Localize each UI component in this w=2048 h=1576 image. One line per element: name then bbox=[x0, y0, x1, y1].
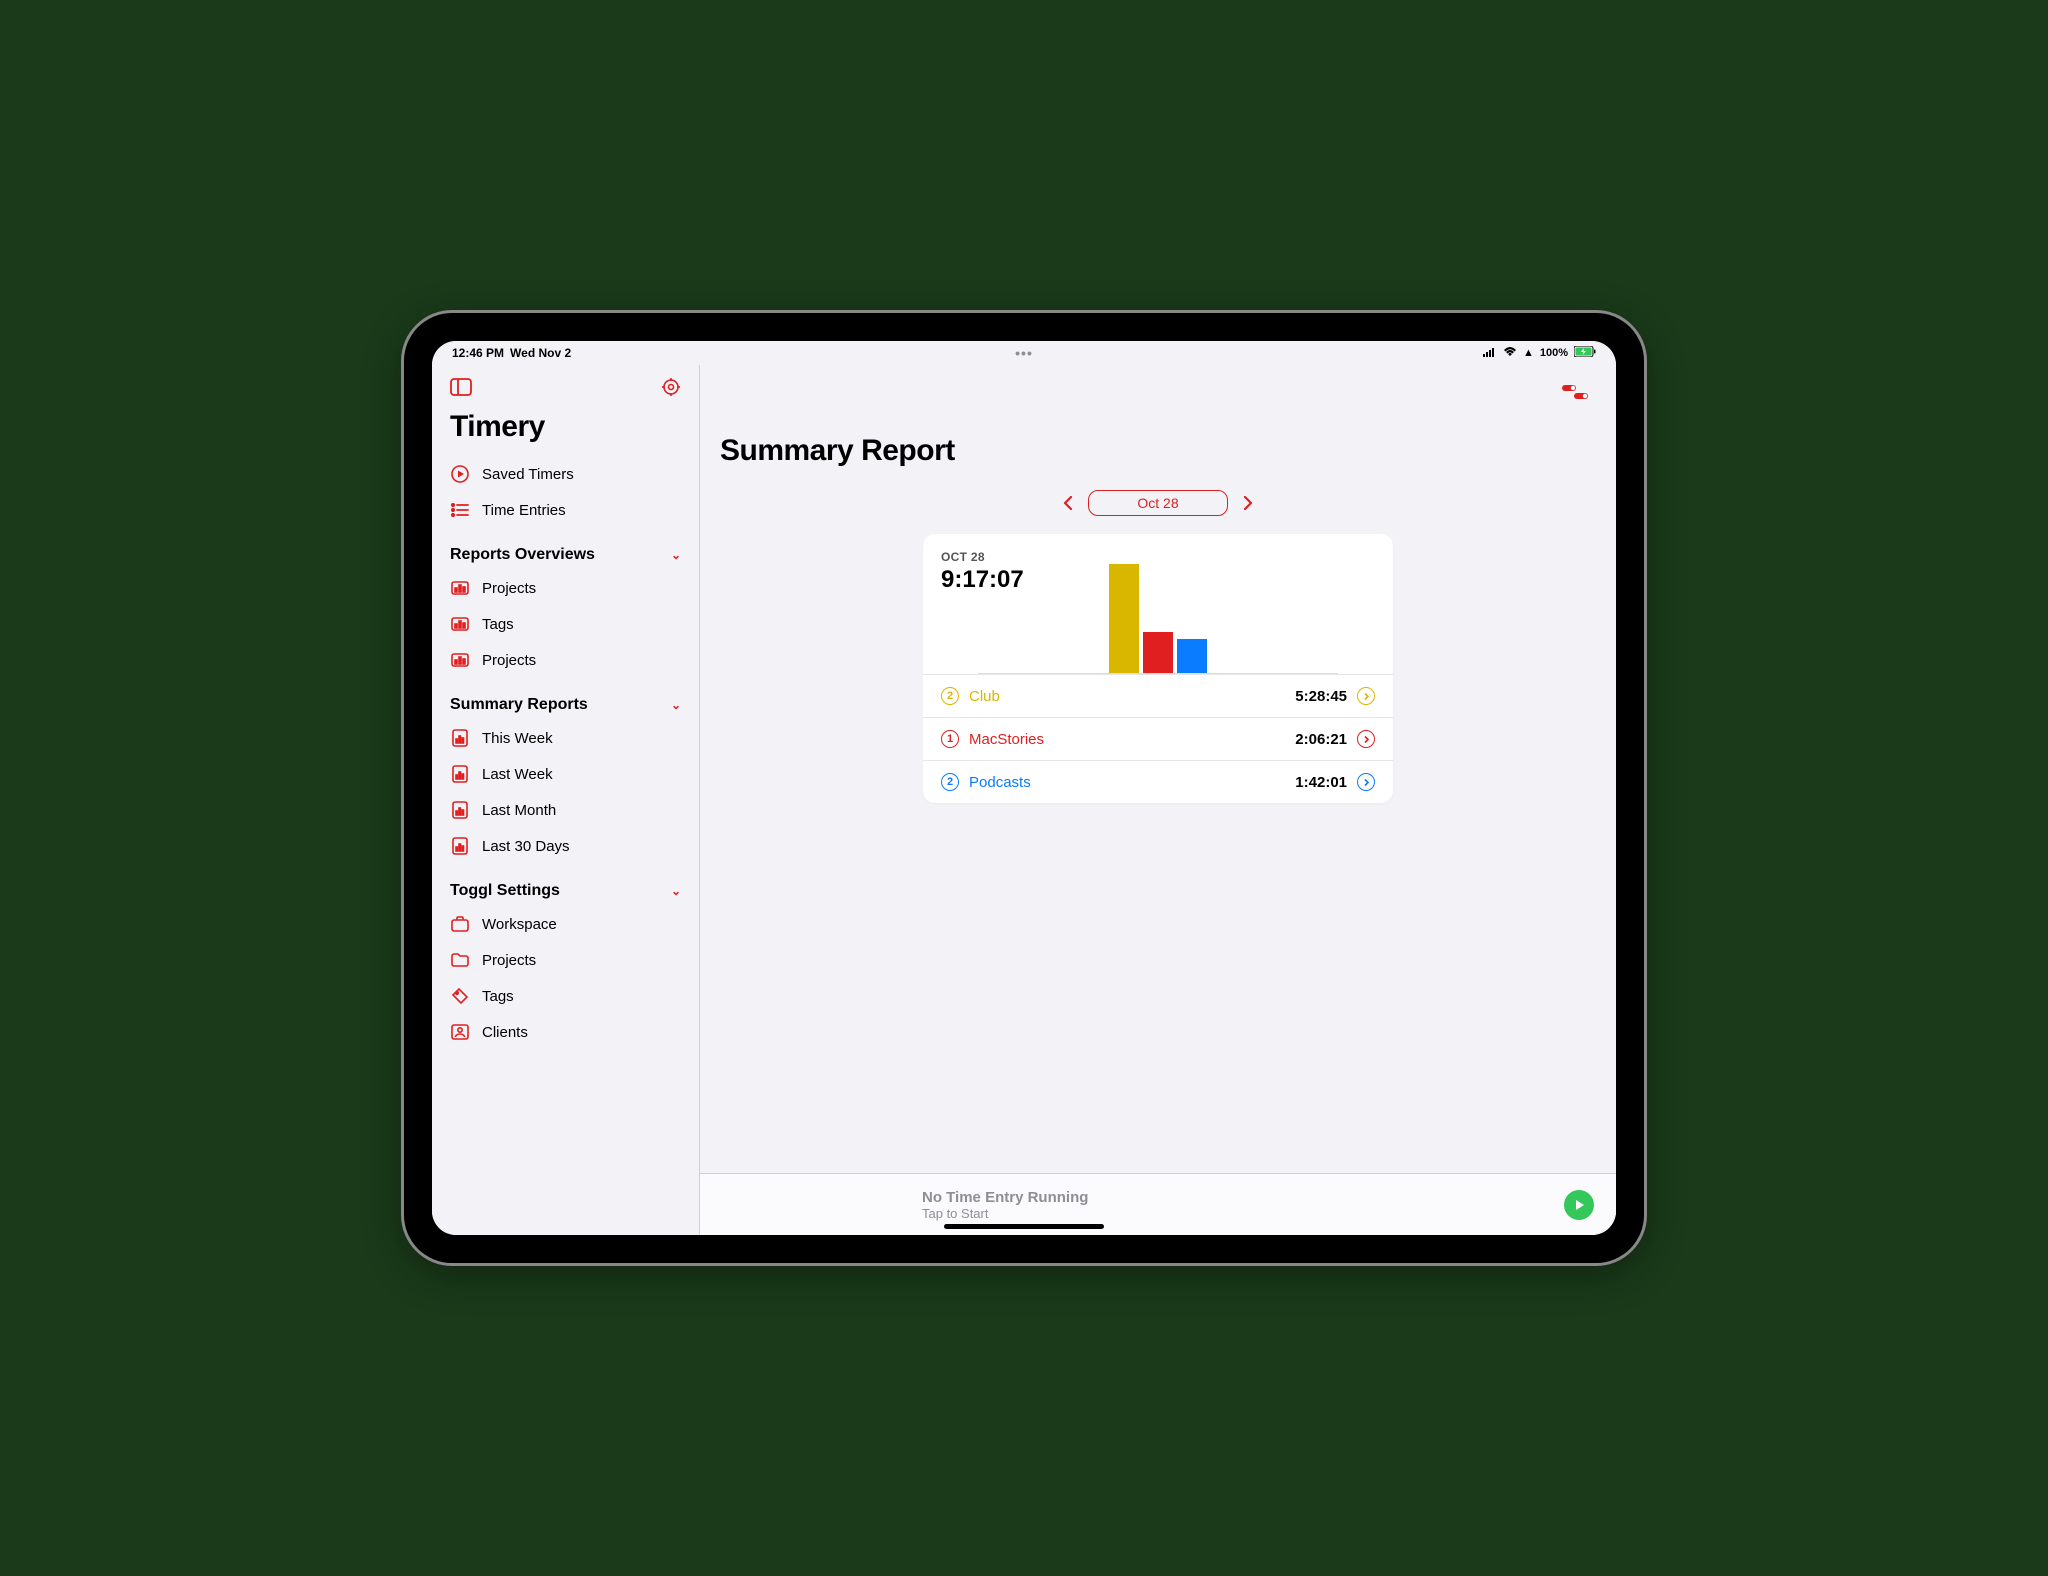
row-name: Club bbox=[969, 688, 1285, 705]
date-navigation: Oct 28 bbox=[700, 476, 1616, 534]
section-header-summary-reports[interactable]: Summary Reports ⌄ bbox=[432, 678, 699, 720]
status-date: Wed Nov 2 bbox=[510, 346, 571, 360]
sidebar-item-saved-timers[interactable]: Saved Timers bbox=[432, 456, 699, 492]
sidebar-item-label: Last Month bbox=[482, 802, 556, 819]
sidebar-item-time-entries[interactable]: Time Entries bbox=[432, 492, 699, 528]
battery-icon bbox=[1574, 346, 1596, 360]
chart-icon bbox=[450, 578, 470, 598]
sidebar-item-last-week[interactable]: Last Week bbox=[432, 756, 699, 792]
person-icon bbox=[450, 1022, 470, 1042]
sidebar-item-last-month[interactable]: Last Month bbox=[432, 792, 699, 828]
sidebar-item-label: Projects bbox=[482, 652, 536, 669]
chevron-down-icon: ⌄ bbox=[671, 698, 681, 712]
play-circle-icon bbox=[450, 464, 470, 484]
bottom-timer-bar[interactable]: No Time Entry Running Tap to Start bbox=[700, 1173, 1616, 1235]
cellular-icon bbox=[1483, 347, 1497, 360]
view-options-icon[interactable] bbox=[1554, 375, 1596, 414]
row-badge: 1 bbox=[941, 730, 959, 748]
page-title: Summary Report bbox=[700, 414, 1616, 476]
sidebar-item-settings-tags[interactable]: Tags bbox=[432, 978, 699, 1014]
tag-icon bbox=[450, 986, 470, 1006]
report-icon bbox=[450, 728, 470, 748]
sidebar-item-this-week[interactable]: This Week bbox=[432, 720, 699, 756]
sidebar-item-projects[interactable]: Projects bbox=[432, 570, 699, 606]
chart-bar bbox=[1109, 564, 1139, 673]
chart-bar bbox=[1143, 632, 1173, 673]
date-prev-button[interactable] bbox=[1062, 494, 1074, 512]
sidebar-item-label: Last 30 Days bbox=[482, 838, 570, 855]
battery-percent: 100% bbox=[1540, 347, 1568, 359]
chevron-right-icon bbox=[1357, 687, 1375, 705]
chevron-down-icon: ⌄ bbox=[671, 548, 681, 562]
chevron-down-icon: ⌄ bbox=[671, 884, 681, 898]
bar-chart bbox=[978, 564, 1338, 674]
chevron-right-icon bbox=[1357, 730, 1375, 748]
airplay-icon: ▲ bbox=[1523, 347, 1534, 359]
sidebar-item-label: Tags bbox=[482, 988, 514, 1005]
sidebar-item-label: This Week bbox=[482, 730, 553, 747]
row-badge: 2 bbox=[941, 773, 959, 791]
ipad-device-frame: 12:46 PM Wed Nov 2 ••• ▲ 100% bbox=[404, 313, 1644, 1263]
chart-icon bbox=[450, 650, 470, 670]
date-selector[interactable]: Oct 28 bbox=[1088, 490, 1227, 516]
row-time: 1:42:01 bbox=[1295, 774, 1347, 791]
row-badge: 2 bbox=[941, 687, 959, 705]
sidebar-item-workspace[interactable]: Workspace bbox=[432, 906, 699, 942]
multitask-dots-icon[interactable]: ••• bbox=[1015, 345, 1033, 361]
bottom-bar-subtitle: Tap to Start bbox=[922, 1206, 1564, 1221]
chart-icon bbox=[450, 614, 470, 634]
screen: 12:46 PM Wed Nov 2 ••• ▲ 100% bbox=[432, 341, 1616, 1235]
sidebar-toggle-icon[interactable] bbox=[450, 378, 472, 401]
section-title: Summary Reports bbox=[450, 696, 588, 714]
folder-icon bbox=[450, 950, 470, 970]
summary-row-macstories[interactable]: 1 MacStories 2:06:21 bbox=[923, 717, 1393, 760]
section-title: Toggl Settings bbox=[450, 882, 560, 900]
sidebar: Timery Saved Timers Time Entries Reports… bbox=[432, 365, 700, 1235]
report-icon bbox=[450, 764, 470, 784]
settings-gear-icon[interactable] bbox=[661, 377, 681, 402]
sidebar-item-label: Last Week bbox=[482, 766, 553, 783]
section-title: Reports Overviews bbox=[450, 546, 595, 564]
date-next-button[interactable] bbox=[1242, 494, 1254, 512]
app-title: Timery bbox=[432, 410, 699, 456]
row-time: 5:28:45 bbox=[1295, 688, 1347, 705]
sidebar-item-clients[interactable]: Clients bbox=[432, 1014, 699, 1050]
report-icon bbox=[450, 800, 470, 820]
section-header-toggl-settings[interactable]: Toggl Settings ⌄ bbox=[432, 864, 699, 906]
sidebar-item-tags[interactable]: Tags bbox=[432, 606, 699, 642]
sidebar-item-label: Time Entries bbox=[482, 502, 566, 519]
start-timer-button[interactable] bbox=[1564, 1190, 1594, 1220]
report-icon bbox=[450, 836, 470, 856]
row-name: MacStories bbox=[969, 731, 1285, 748]
sidebar-item-label: Clients bbox=[482, 1024, 528, 1041]
sidebar-item-label: Projects bbox=[482, 580, 536, 597]
sidebar-item-label: Workspace bbox=[482, 916, 557, 933]
chart-bar bbox=[1177, 639, 1207, 673]
sidebar-item-label: Tags bbox=[482, 616, 514, 633]
sidebar-item-projects-2[interactable]: Projects bbox=[432, 642, 699, 678]
sidebar-item-label: Projects bbox=[482, 952, 536, 969]
list-icon bbox=[450, 500, 470, 520]
row-time: 2:06:21 bbox=[1295, 731, 1347, 748]
sidebar-item-label: Saved Timers bbox=[482, 466, 574, 483]
wifi-icon bbox=[1503, 347, 1517, 360]
status-time: 12:46 PM bbox=[452, 346, 504, 360]
sidebar-item-last-30-days[interactable]: Last 30 Days bbox=[432, 828, 699, 864]
summary-card: OCT 28 9:17:07 2 Club 5:28:45 bbox=[923, 534, 1393, 803]
chevron-right-icon bbox=[1357, 773, 1375, 791]
home-indicator[interactable] bbox=[944, 1224, 1104, 1229]
card-date-label: OCT 28 bbox=[941, 550, 1375, 564]
row-name: Podcasts bbox=[969, 774, 1285, 791]
status-bar: 12:46 PM Wed Nov 2 ••• ▲ 100% bbox=[432, 341, 1616, 365]
sidebar-item-settings-projects[interactable]: Projects bbox=[432, 942, 699, 978]
bottom-bar-title: No Time Entry Running bbox=[922, 1189, 1564, 1206]
summary-row-club[interactable]: 2 Club 5:28:45 bbox=[923, 674, 1393, 717]
main-content: Summary Report Oct 28 OCT 28 9:17:07 bbox=[700, 365, 1616, 1235]
summary-row-podcasts[interactable]: 2 Podcasts 1:42:01 bbox=[923, 760, 1393, 803]
section-header-reports-overviews[interactable]: Reports Overviews ⌄ bbox=[432, 528, 699, 570]
briefcase-icon bbox=[450, 914, 470, 934]
